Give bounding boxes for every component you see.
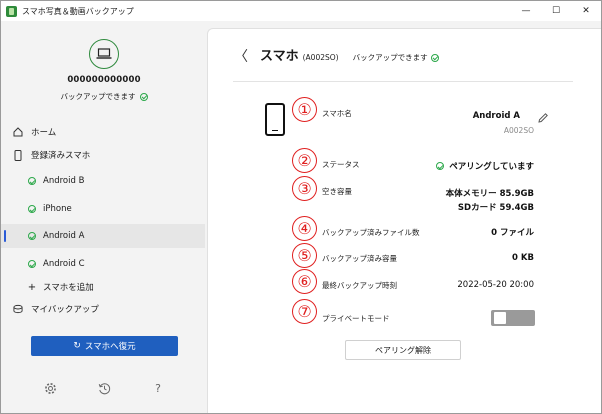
back-chevron-icon[interactable]: 〈 [234,46,248,66]
add-phone-button[interactable]: + スマホを追加 [1,275,205,299]
nav-home-label: ホーム [31,128,57,138]
add-phone-label: スマホを追加 [43,283,94,293]
check-circle-icon [27,231,37,241]
sidebar: 000000000000 バックアップできます ホーム 登録済みスマホ Andr… [1,21,207,413]
annotation-number-4: ④ [292,216,317,241]
last-backup-value: 2022-05-20 20:00 [457,280,534,290]
private-mode-label: プライベートモード [322,314,390,323]
annotation-number-6: ⑥ [292,269,317,294]
sd-card-value: SDカード 59.4GB [457,203,534,213]
restore-to-phone-button[interactable]: ↻ スマホへ復元 [31,336,178,356]
check-circle-icon [27,259,37,269]
check-circle-icon [27,176,37,186]
nav-item-home[interactable]: ホーム [1,120,205,144]
phone-name-label: スマホ名 [322,109,352,118]
app-window: スマホ写真＆動画バックアップ — ☐ ✕ 000000000000 バックアップ… [0,0,602,414]
pc-device-id: 000000000000 [67,75,141,85]
check-circle-icon [27,204,37,214]
page-header: 〈 スマホ (A002SO) バックアップできます [234,45,439,65]
status-value: ペアリングしています [436,160,534,172]
laptop-icon [89,39,119,69]
page-status: バックアップできます [353,52,439,63]
backed-up-size-value: 0 KB [512,253,534,263]
sidebar-item-label: iPhone [43,204,72,214]
selection-indicator [4,230,6,242]
status-label: ステータス [322,160,360,169]
check-circle-icon [430,53,439,62]
internal-memory-value: 本体メモリー 85.9GB [445,189,534,199]
page-model: (A002SO) [302,53,339,62]
annotation-number-7: ⑦ [292,299,317,324]
backup-drive-icon [13,304,23,314]
history-icon[interactable] [93,377,115,399]
sidebar-item-android-a[interactable]: Android A [1,224,205,248]
annotation-number-3: ③ [292,176,317,201]
last-backup-label: 最終バックアップ時刻 [322,281,397,290]
maximize-button[interactable]: ☐ [541,1,571,21]
pc-device-status: バックアップできます [1,91,207,102]
phone-model-sub: A002SO [503,126,534,135]
restore-icon: ↻ [73,341,81,351]
phone-icon [13,149,23,161]
title-bar: スマホ写真＆動画バックアップ — ☐ ✕ [1,1,601,21]
close-button[interactable]: ✕ [571,1,601,21]
pc-device-card: 000000000000 バックアップできます [1,39,207,102]
unpair-button[interactable]: ペアリング解除 [345,340,461,360]
toggle-knob [494,312,506,324]
pc-status-text: バックアップできます [60,92,136,101]
minimize-button[interactable]: — [511,1,541,21]
window-controls: — ☐ ✕ [511,1,601,21]
annotation-number-2: ② [292,148,317,173]
free-space-label: 空き容量 [322,187,352,196]
nav-item-registered-phones[interactable]: 登録済みスマホ [1,143,205,167]
sidebar-item-label: Android A [43,231,85,241]
private-mode-toggle[interactable] [491,310,535,326]
check-circle-icon [436,162,445,170]
annotation-number-1: ① [292,97,317,122]
backed-up-files-label: バックアップ済みファイル数 [322,228,420,237]
sidebar-item-label: Android B [43,176,85,186]
status-value-text: ペアリングしています [449,162,534,172]
sidebar-item-iphone[interactable]: iPhone [1,197,205,221]
annotation-number-5: ⑤ [292,243,317,268]
home-icon [13,127,23,137]
sidebar-footer: ? [1,377,207,399]
header-divider [233,81,573,82]
help-icon[interactable]: ? [147,377,169,399]
main-panel: 〈 スマホ (A002SO) バックアップできます ① スマホ名 Android… [207,28,601,413]
plus-icon: + [27,281,37,293]
app-logo-icon [6,5,17,17]
restore-button-label: スマホへ復元 [84,342,136,352]
nav-item-my-backup[interactable]: マイバックアップ [1,297,205,321]
sidebar-item-android-b[interactable]: Android B [1,169,205,193]
settings-gear-icon[interactable] [39,377,61,399]
page-status-text: バックアップできます [352,53,428,62]
check-circle-icon [139,92,148,101]
phone-name-value: Android A [472,111,520,121]
page-title: スマホ [260,49,299,64]
pencil-edit-icon[interactable] [537,109,549,123]
smartphone-icon [265,103,285,136]
nav-registered-label: 登録済みスマホ [31,151,91,161]
sidebar-item-android-c[interactable]: Android C [1,252,205,276]
sidebar-item-label: Android C [43,259,85,269]
backed-up-size-label: バックアップ済み容量 [322,254,397,263]
window-title: スマホ写真＆動画バックアップ [22,6,134,16]
backed-up-files-value: 0 ファイル [491,228,534,238]
nav-my-backup-label: マイバックアップ [31,305,99,315]
